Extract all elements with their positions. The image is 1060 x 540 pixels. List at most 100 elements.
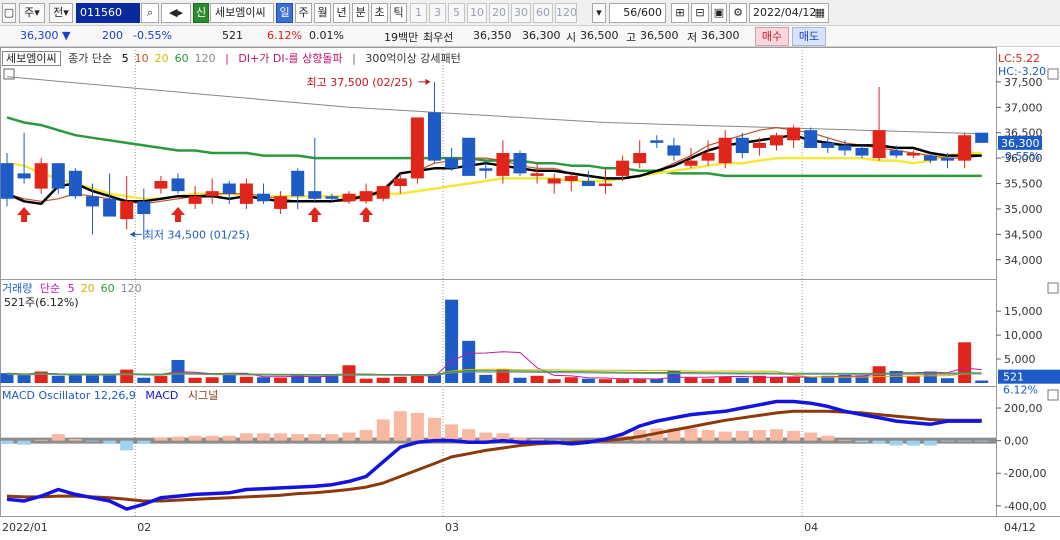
quote-bar: 36,300 ▼ 200 -0.55% 521 6.12% 0.01% 19백만…	[0, 26, 1060, 47]
period-tab[interactable]: 월	[314, 3, 331, 23]
macd-osc-bar	[291, 434, 305, 441]
zoom-in-icon[interactable]: ⊞	[671, 3, 689, 23]
period-tab[interactable]: 주	[295, 3, 312, 23]
volume-tick-label: 15,000	[1004, 305, 1043, 318]
open-value: 36,500	[580, 29, 619, 42]
candle-body	[376, 186, 390, 199]
interval-dropdown[interactable]: ▾	[592, 3, 606, 23]
period-tab[interactable]: 분	[352, 3, 369, 23]
price-tick-label: 37,000	[1004, 101, 1043, 114]
volume-bar	[530, 375, 544, 383]
candle-body	[906, 153, 920, 156]
candle-body	[599, 183, 612, 187]
volume-bar	[941, 378, 954, 383]
interval-button[interactable]: 3	[429, 3, 446, 23]
sound-icon[interactable]: ◀▸	[161, 3, 191, 23]
volume-bar	[513, 377, 527, 383]
interval-button[interactable]: 120	[555, 3, 577, 23]
macd-osc-bar	[770, 429, 783, 441]
volume-bar	[633, 379, 647, 383]
candle-body	[958, 135, 972, 161]
interval-button[interactable]: 5	[448, 3, 465, 23]
macd-osc-bar	[410, 412, 424, 441]
candle-body	[821, 142, 835, 148]
candle-body	[650, 140, 664, 143]
stock-code-input[interactable]: 011560	[76, 3, 140, 23]
candle-body	[205, 191, 219, 197]
candle-body	[222, 183, 236, 194]
volume-bar	[239, 376, 253, 383]
turnover-pct: 0.01%	[309, 29, 344, 42]
chart-area[interactable]: 34,00034,50035,00035,50036,00036,50037,0…	[0, 47, 1060, 540]
candle-body	[564, 175, 578, 181]
volume-bar	[770, 377, 783, 383]
search-icon[interactable]: ⌕	[141, 3, 159, 23]
candle-body	[701, 153, 715, 161]
candle-body	[770, 135, 783, 146]
volume-bar	[547, 379, 561, 383]
ma120-line	[6, 76, 982, 135]
macd-osc-bar	[735, 430, 749, 441]
buy-button[interactable]: 매수	[755, 27, 789, 46]
price-tag-pct: -0.55%	[1001, 150, 1040, 163]
date-value: 2022/04/12	[753, 6, 817, 19]
calendar-icon[interactable]: ▦	[815, 4, 825, 22]
candle-body	[479, 168, 493, 171]
save-icon[interactable]: ▣	[711, 3, 727, 23]
volume-bar	[274, 377, 288, 383]
macd-osc-bar	[684, 428, 698, 441]
period-tab[interactable]: 일	[276, 3, 293, 23]
high-value: 36,500	[640, 29, 679, 42]
date-label: 2022/01	[2, 521, 48, 534]
layout-icon[interactable]: ▢	[2, 3, 16, 23]
type-select[interactable]: 전▾	[49, 3, 73, 23]
market-label: 주	[24, 6, 35, 19]
interval-button[interactable]: 1	[410, 3, 427, 23]
volume-bar	[17, 375, 31, 383]
low-annotation: 최저 34,500 (01/25)	[144, 228, 250, 241]
macd-panel-resize-icon	[1047, 389, 1059, 401]
trade-value: 19백만	[384, 31, 419, 44]
price-tick-label: 34,500	[1004, 228, 1043, 241]
date-label: 04	[804, 521, 818, 534]
period-tab[interactable]: 년	[333, 3, 350, 23]
best-ask: 36,350	[473, 29, 512, 42]
macd-panel	[0, 399, 996, 511]
period-tab[interactable]: 틱	[390, 3, 407, 23]
macd-line	[6, 399, 982, 511]
credit-badge: 신	[193, 3, 209, 23]
period-tab[interactable]: 초	[371, 3, 388, 23]
toolbar: ▢ 주▾ 전▾ 011560 ⌕ ◀▸ 신 세보엠이씨 일주월년분초틱 1351…	[0, 0, 1060, 26]
macd-osc-bar	[428, 417, 441, 441]
volume-bar	[701, 378, 715, 383]
best-bid: 36,300	[522, 29, 561, 42]
price-tag: 36,300	[1001, 137, 1040, 150]
date-input[interactable]: 2022/04/12 ▦	[749, 3, 829, 23]
candle-body	[445, 158, 459, 169]
price-change-pct: -0.55%	[133, 29, 172, 42]
axes: 34,00034,50035,00035,50036,00036,50037,0…	[2, 76, 1046, 534]
candle-body	[34, 163, 48, 189]
sell-button[interactable]: 매도	[792, 27, 826, 46]
volume-bar	[359, 378, 373, 383]
candle-body	[838, 145, 852, 151]
interval-button[interactable]: 30	[511, 3, 531, 23]
volume-tick-label: 10,000	[1004, 329, 1043, 342]
macd-osc-bar	[359, 430, 373, 441]
volume-bar	[581, 378, 595, 383]
price-tick-label: 34,000	[1004, 254, 1043, 267]
interval-button[interactable]: 20	[489, 3, 509, 23]
candle-body	[684, 160, 698, 166]
gear-icon[interactable]: ⚙	[729, 3, 747, 23]
data-count[interactable]: 56/600	[609, 3, 666, 23]
candle-body	[889, 150, 903, 156]
macd-osc-bar	[838, 439, 852, 441]
volume-bar	[462, 340, 476, 383]
interval-button[interactable]: 10	[467, 3, 487, 23]
stock-name[interactable]: 세보엠이씨	[210, 3, 274, 23]
zoom-out-icon[interactable]: ⊟	[691, 3, 709, 23]
market-select[interactable]: 주▾	[19, 3, 45, 23]
signal-line	[6, 409, 982, 503]
high-label: 고	[626, 31, 637, 44]
interval-button[interactable]: 60	[533, 3, 553, 23]
